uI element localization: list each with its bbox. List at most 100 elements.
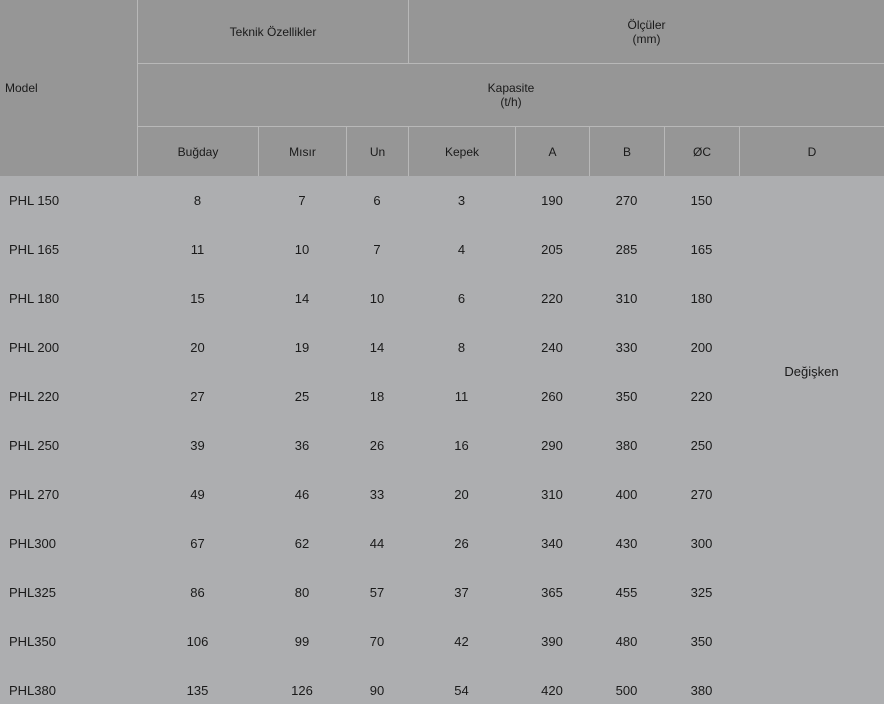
col-header-bugday: Buğday: [137, 126, 258, 176]
misir-cell: 25: [294, 388, 310, 404]
misir-cell: 10: [294, 241, 310, 257]
model-cell: PHL350: [9, 633, 56, 649]
un-cell: 18: [369, 388, 385, 404]
d-value-cell: Değişken: [784, 363, 839, 379]
un-cell: 10: [369, 290, 385, 306]
bugday-cell: 86: [190, 584, 205, 600]
model-cell: PHL 200: [9, 339, 60, 355]
a-cell: 205: [541, 241, 563, 257]
model-cell: PHL 220: [9, 388, 60, 404]
header-olculer-unit: (mm): [632, 31, 661, 46]
b-cell: 330: [615, 339, 638, 355]
c-cell: 200: [690, 339, 713, 355]
model-cell: PHL 180: [9, 290, 60, 306]
misir-cell: 126: [291, 682, 313, 698]
header-kapasite: Kapasite (t/h): [137, 63, 884, 126]
b-cell: 480: [615, 633, 638, 649]
c-cell: 150: [690, 192, 713, 208]
header-olculer-label: Ölçüler: [627, 17, 666, 32]
c-cell: 300: [690, 535, 713, 551]
a-cell: 260: [541, 388, 563, 404]
kepek-cell: 4: [457, 241, 466, 257]
a-cell: 220: [541, 290, 563, 306]
bugday-cell: 106: [186, 633, 209, 649]
a-cell: 190: [541, 192, 563, 208]
b-cell: 400: [615, 486, 638, 502]
bugday-cell: 11: [190, 241, 205, 257]
misir-cell: 19: [294, 339, 310, 355]
a-cell: 240: [541, 339, 563, 355]
kepek-cell: 54: [454, 682, 469, 698]
kepek-cell: 37: [454, 584, 469, 600]
c-cell: 180: [690, 290, 713, 306]
misir-cell: 99: [294, 633, 310, 649]
kepek-cell: 26: [454, 535, 469, 551]
misir-cell: 36: [294, 437, 310, 453]
model-cell: PHL300: [9, 535, 56, 551]
kepek-cell: 42: [454, 633, 469, 649]
misir-cell: 14: [294, 290, 310, 306]
c-cell: 220: [690, 388, 713, 404]
col-header-c: ØC: [664, 126, 739, 176]
bugday-cell: 8: [193, 192, 202, 208]
un-cell: 6: [373, 192, 381, 208]
un-cell: 33: [369, 486, 385, 502]
un-cell: 7: [373, 241, 381, 257]
col-header-d: D: [739, 126, 884, 176]
b-cell: 430: [615, 535, 638, 551]
bugday-cell: 67: [190, 535, 205, 551]
b-cell: 455: [615, 584, 638, 600]
col-header-misir: Mısır: [258, 126, 346, 176]
model-cell: PHL 165: [9, 241, 60, 257]
b-cell: 350: [615, 388, 638, 404]
a-cell: 340: [541, 535, 563, 551]
bugday-cell: 20: [190, 339, 205, 355]
un-cell: 44: [369, 535, 385, 551]
c-cell: 350: [690, 633, 713, 649]
c-cell: 325: [690, 584, 713, 600]
kepek-cell: 16: [454, 437, 469, 453]
header-model: Model: [0, 0, 137, 176]
misir-cell: 46: [294, 486, 310, 502]
b-cell: 380: [615, 437, 638, 453]
a-cell: 290: [541, 437, 563, 453]
bugday-cell: 15: [190, 290, 205, 306]
kepek-cell: 6: [457, 290, 466, 306]
c-cell: 165: [690, 241, 713, 257]
col-header-a: A: [515, 126, 589, 176]
kepek-cell: 3: [457, 192, 466, 208]
col-header-un: Un: [346, 126, 408, 176]
b-cell: 285: [615, 241, 638, 257]
model-cell: PHL 250: [9, 437, 60, 453]
a-cell: 420: [541, 682, 563, 698]
a-cell: 310: [541, 486, 563, 502]
model-cell: PHL380: [9, 682, 56, 698]
c-cell: 250: [690, 437, 713, 453]
un-cell: 90: [369, 682, 385, 698]
header-olculer: Ölçüler (mm): [408, 0, 884, 63]
c-cell: 270: [690, 486, 713, 502]
bugday-cell: 135: [186, 682, 209, 698]
bugday-cell: 27: [190, 388, 205, 404]
b-cell: 310: [615, 290, 638, 306]
un-cell: 57: [369, 584, 385, 600]
b-cell: 500: [615, 682, 638, 698]
header-teknik-ozellikler: Teknik Özellikler: [137, 0, 408, 63]
b-cell: 270: [615, 192, 638, 208]
misir-cell: 80: [294, 584, 310, 600]
un-cell: 70: [369, 633, 385, 649]
col-header-b: B: [589, 126, 664, 176]
un-cell: 14: [369, 339, 385, 355]
a-cell: 390: [541, 633, 563, 649]
a-cell: 365: [541, 584, 563, 600]
header-kapasite-unit: (t/h): [500, 95, 522, 109]
bugday-cell: 49: [190, 486, 205, 502]
model-cell: PHL 150: [9, 192, 60, 208]
kepek-cell: 8: [457, 339, 466, 355]
header-kapasite-label: Kapasite: [487, 81, 535, 95]
model-cell: PHL325: [9, 584, 56, 600]
model-cell: PHL 270: [9, 486, 60, 502]
c-cell: 380: [690, 682, 713, 698]
misir-cell: 7: [298, 192, 306, 208]
un-cell: 26: [369, 437, 385, 453]
